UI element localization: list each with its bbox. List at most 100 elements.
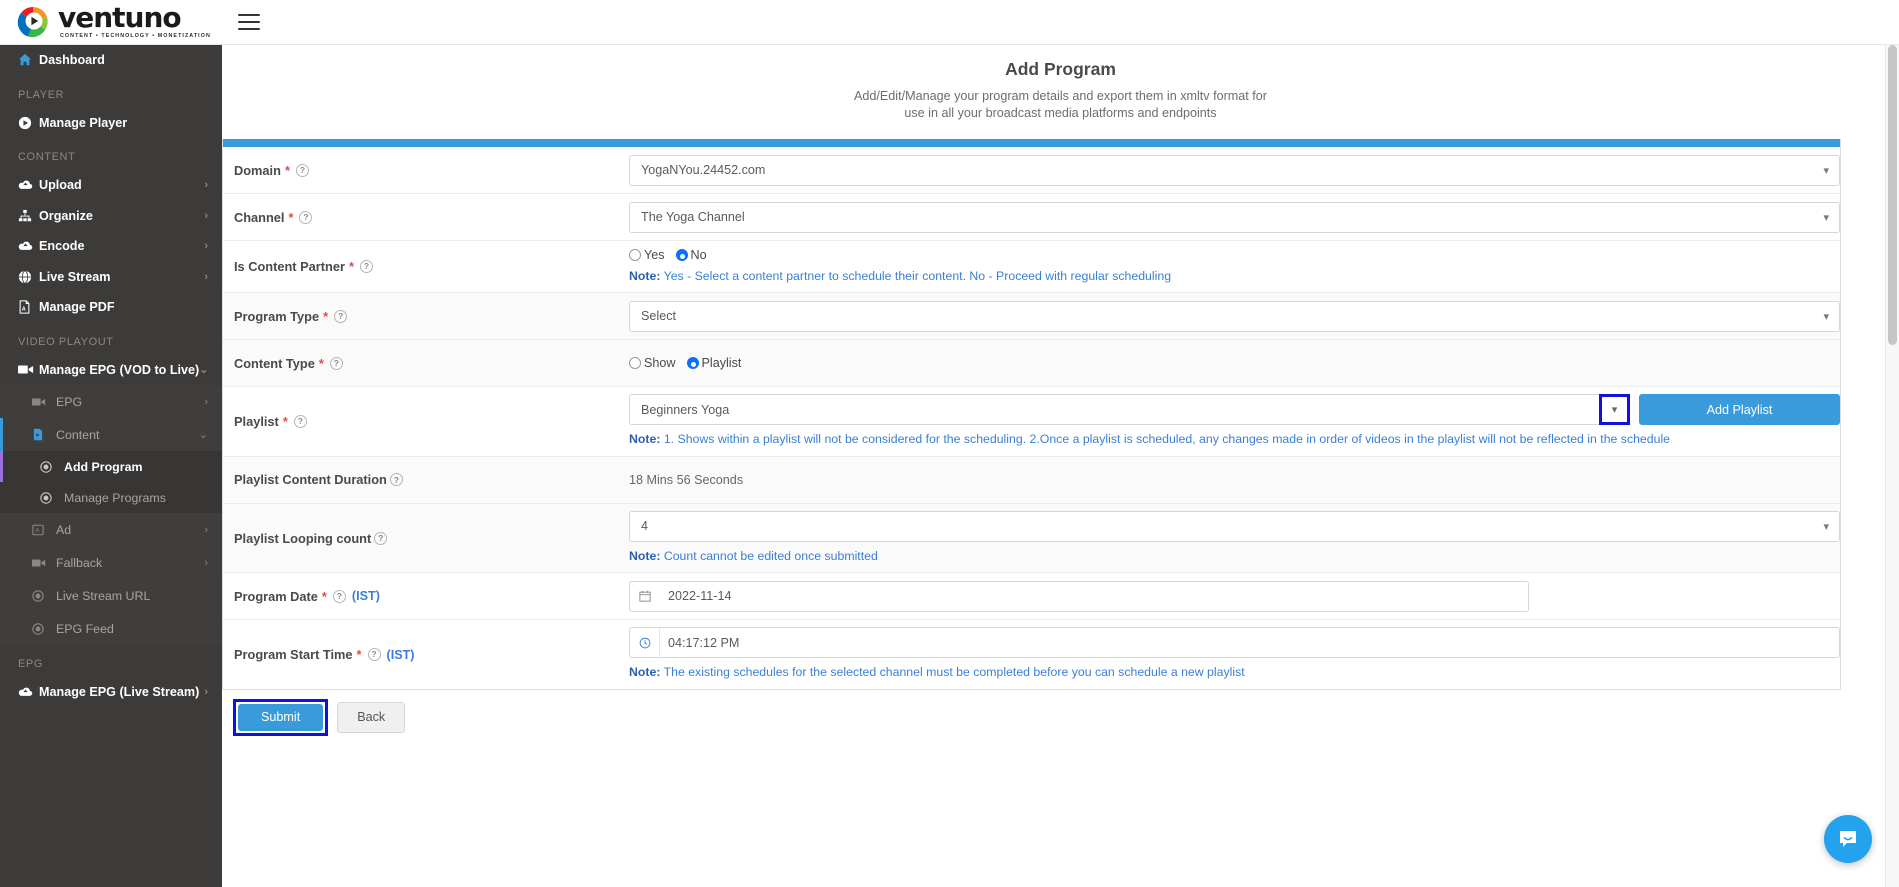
playlist-duration-label-text: Playlist Content Duration xyxy=(234,472,387,488)
brand-tagline: CONTENT • TECHNOLOGY • MONETIZATION xyxy=(60,33,211,40)
looping-count-select[interactable]: 4 ▾ xyxy=(629,510,1840,542)
form-actions: Submit Back xyxy=(222,690,1870,736)
sidebar-item-add-program[interactable]: Add Program xyxy=(0,451,222,482)
radio-show-label: Show xyxy=(644,356,676,371)
sidebar-item-label: EPG Feed xyxy=(56,621,114,636)
menu-toggle-icon[interactable] xyxy=(238,14,260,30)
main-scrollbar[interactable] xyxy=(1885,45,1899,887)
target-icon xyxy=(40,491,64,504)
sidebar-item-ad[interactable]: A Ad › xyxy=(0,513,222,546)
chevron-down-icon: ⌄ xyxy=(199,364,209,377)
required-marker: * xyxy=(282,414,288,430)
radio-option-playlist[interactable]: Playlist xyxy=(686,356,742,371)
help-icon[interactable]: ? xyxy=(334,309,348,323)
radio-option-no[interactable]: No xyxy=(675,248,707,262)
chevron-right-icon: › xyxy=(204,395,208,408)
radio-no-label: No xyxy=(690,248,707,262)
target-icon xyxy=(40,460,64,473)
sidebar-item-encode[interactable]: Encode › xyxy=(0,231,222,262)
note-prefix: Note: xyxy=(629,548,661,563)
scrollbar-thumb[interactable] xyxy=(1888,45,1897,345)
target-icon xyxy=(32,622,56,635)
playlist-duration-control: 18 Mins 56 Seconds xyxy=(629,457,1840,503)
pdf-icon: A xyxy=(18,300,39,314)
playlist-label: Playlist * ? xyxy=(223,387,629,455)
sidebar-item-manage-epg-vod[interactable]: Manage EPG (VOD to Live) ⌄ xyxy=(0,355,222,386)
playlist-row: Beginners Yoga ▾ Add Playlist xyxy=(629,394,1840,426)
program-date-timezone: (IST) xyxy=(351,589,380,604)
submit-button[interactable]: Submit xyxy=(238,703,324,731)
help-icon[interactable]: ? xyxy=(293,415,307,429)
note-text: 1. Shows within a playlist will not be c… xyxy=(660,432,1671,447)
back-button[interactable]: Back xyxy=(337,701,406,733)
program-type-select[interactable]: Select ▾ xyxy=(629,300,1840,332)
program-start-time-control: 04:17:12 PM Note: The existing schedules… xyxy=(629,620,1840,688)
sidebar-item-label: Ad xyxy=(56,522,72,537)
sidebar-item-fallback[interactable]: Fallback › xyxy=(0,546,222,579)
playlist-dropdown-toggle[interactable]: ▾ xyxy=(1599,394,1630,426)
sidebar-item-label: Organize xyxy=(39,208,93,223)
domain-select[interactable]: YogaNYou.24452.com ▾ xyxy=(629,154,1840,186)
sidebar-item-upload[interactable]: Upload › xyxy=(0,170,222,201)
is-content-partner-radio-group: Yes No xyxy=(629,248,1840,262)
help-icon[interactable]: ? xyxy=(329,356,343,370)
program-date-label: Program Date * ? (IST) xyxy=(223,573,629,619)
radio-option-show[interactable]: Show xyxy=(629,356,676,370)
program-start-time-label-text: Program Start Time xyxy=(234,647,353,663)
program-start-time-timezone: (IST) xyxy=(386,647,415,662)
sidebar-item-label: Manage EPG (VOD to Live) xyxy=(39,362,200,377)
cloud-icon xyxy=(18,239,39,253)
brand-name: ventuno xyxy=(58,1,182,35)
sidebar-item-manage-player[interactable]: Manage Player xyxy=(0,108,222,139)
sidebar-item-manage-pdf[interactable]: A Manage PDF xyxy=(0,292,222,323)
page-subtitle: Add/Edit/Manage your program details and… xyxy=(222,88,1899,122)
sidebar-item-label: Dashboard xyxy=(39,53,105,68)
sidebar-item-live-stream[interactable]: Live Stream › xyxy=(0,262,222,293)
sidebar-item-epg-feed[interactable]: EPG Feed xyxy=(0,612,222,645)
sidebar-item-label: Manage Programs xyxy=(64,490,166,505)
program-start-time-field[interactable]: 04:17:12 PM xyxy=(629,627,1840,659)
is-content-partner-label: Is Content Partner * ? xyxy=(223,241,629,292)
brand-logo[interactable]: ventuno CONTENT • TECHNOLOGY • MONETIZAT… xyxy=(0,0,222,45)
chat-widget-button[interactable] xyxy=(1824,815,1872,863)
domain-label: Domain * ? xyxy=(223,147,629,193)
sidebar-item-live-stream-url[interactable]: Live Stream URL xyxy=(0,579,222,612)
program-type-control: Select ▾ xyxy=(629,293,1840,339)
content-type-radio-group: Show Playlist xyxy=(629,356,1840,370)
sidebar-item-label: Encode xyxy=(39,239,85,254)
help-icon[interactable]: ? xyxy=(299,210,313,224)
video-camera-icon xyxy=(18,364,39,375)
radio-yes-icon xyxy=(629,249,641,261)
program-type-value: Select xyxy=(641,309,677,324)
help-icon[interactable]: ? xyxy=(389,473,403,487)
sidebar-item-epg[interactable]: EPG › xyxy=(0,385,222,418)
radio-playlist-label: Playlist xyxy=(701,356,742,371)
help-icon[interactable]: ? xyxy=(332,589,346,603)
sidebar-item-manage-programs[interactable]: Manage Programs xyxy=(0,482,222,513)
channel-value: The Yoga Channel xyxy=(641,210,745,224)
page-title: Add Program xyxy=(1005,59,1116,79)
channel-label-text: Channel xyxy=(234,209,285,225)
sidebar-item-organize[interactable]: Organize › xyxy=(0,201,222,232)
form-row-content-type: Content Type * ? Show Playlist xyxy=(223,340,1840,388)
looping-count-note: Note: Count cannot be edited once submit… xyxy=(629,548,1840,565)
calendar-icon xyxy=(630,582,660,611)
radio-yes-label: Yes xyxy=(644,248,665,262)
chevron-down-icon: ▾ xyxy=(1611,404,1618,417)
sidebar-item-content[interactable]: Content ⌄ xyxy=(0,418,222,451)
playlist-select[interactable]: Beginners Yoga xyxy=(629,394,1630,426)
channel-select[interactable]: The Yoga Channel ▾ xyxy=(629,201,1840,233)
help-icon[interactable]: ? xyxy=(359,260,373,274)
program-date-field[interactable]: 2022-11-14 xyxy=(629,580,1529,612)
sidebar-item-manage-epg-live[interactable]: Manage EPG (Live Stream) › xyxy=(0,677,222,708)
cloud-icon xyxy=(18,685,39,699)
help-icon[interactable]: ? xyxy=(374,531,388,545)
chat-bubble-icon xyxy=(1840,831,1856,847)
sidebar-item-dashboard[interactable]: Dashboard xyxy=(0,45,222,76)
radio-option-yes[interactable]: Yes xyxy=(629,248,665,262)
required-marker: * xyxy=(321,588,327,604)
help-icon[interactable]: ? xyxy=(367,648,381,662)
add-playlist-button[interactable]: Add Playlist xyxy=(1639,394,1840,426)
help-icon[interactable]: ? xyxy=(295,163,309,177)
chevron-right-icon: › xyxy=(204,270,208,283)
